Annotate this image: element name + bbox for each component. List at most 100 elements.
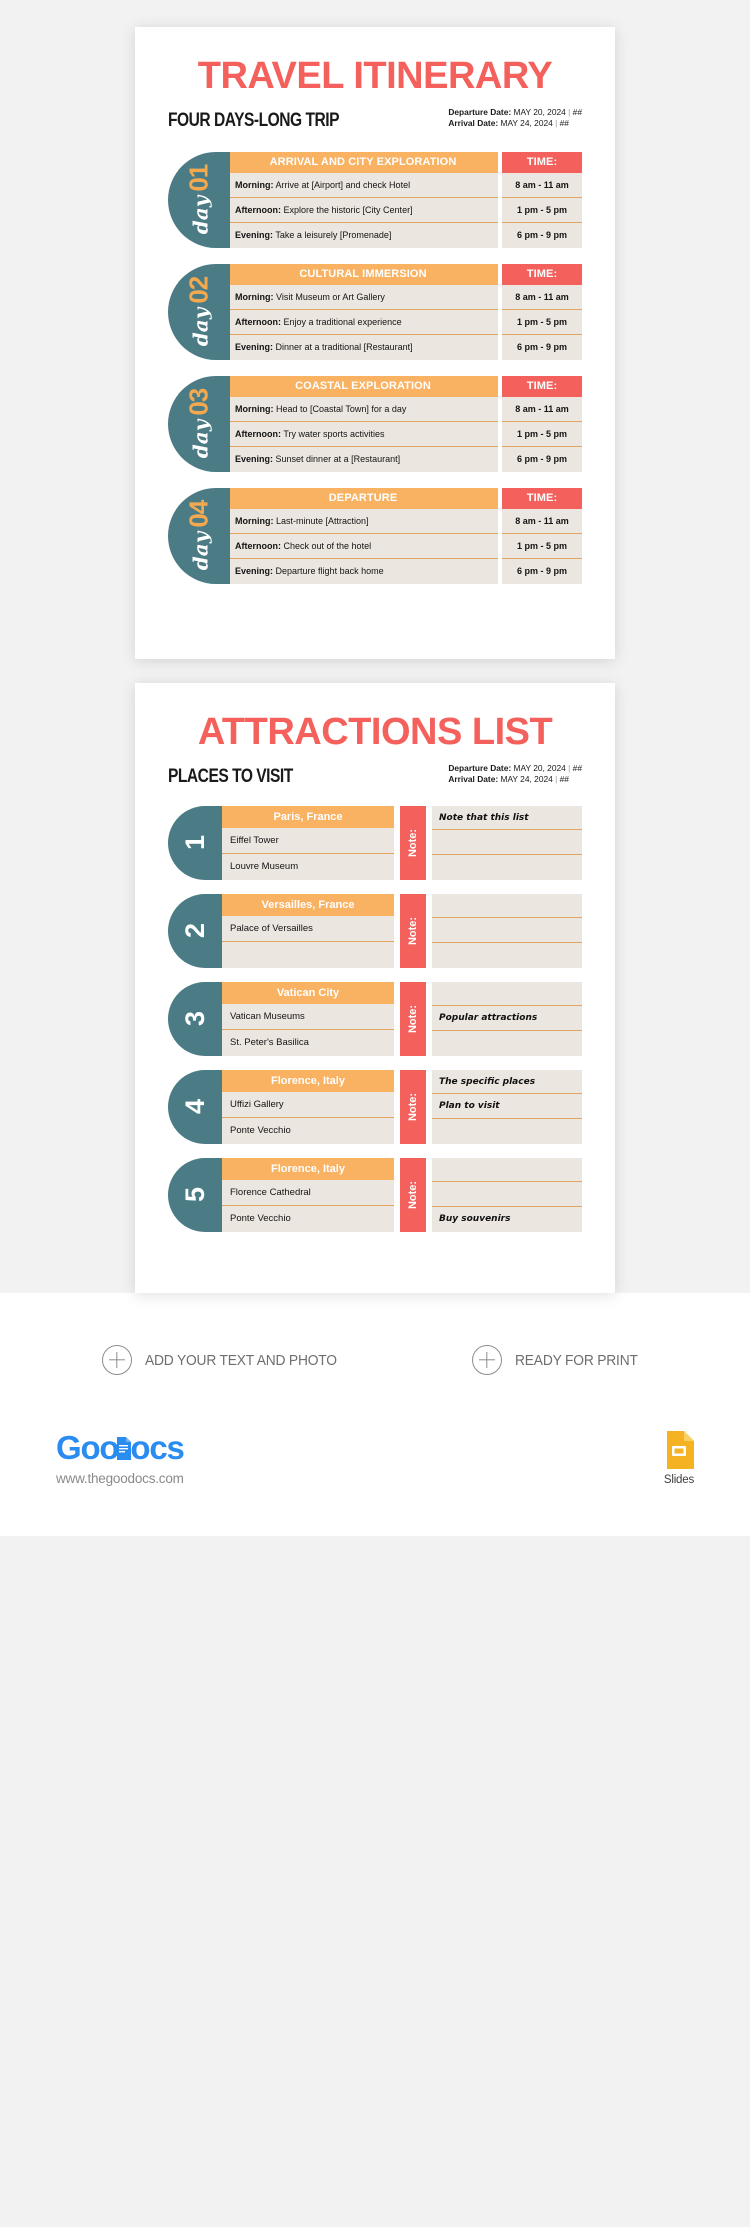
activity-cell[interactable]: Evening: Sunset dinner at a [Restaurant] (228, 446, 498, 472)
time-column: TIME: 8 am - 11 am 1 pm - 5 pm 6 pm - 9 pm (502, 151, 582, 248)
slides-block: Slides (664, 1431, 694, 1486)
attraction-item-cell[interactable] (222, 941, 394, 968)
attraction-row: 4 Florence, Italy Uffizi Gallery Ponte Vecc… (168, 1069, 582, 1144)
attractions-subheader: PLACES TO VISIT Departure Date: MAY 20, … (168, 763, 582, 792)
attraction-main: Florence, Italy Uffizi Gallery Ponte Vecch… (222, 1069, 582, 1144)
day-word: day (188, 531, 213, 571)
activity-column: COASTAL EXPLORATION Morning: Head to [Coa… (228, 375, 498, 472)
time-cell[interactable]: 8 am - 11 am (502, 172, 582, 198)
activity-cell[interactable]: Evening: Take a leisurely [Promenade] (228, 222, 498, 248)
note-line[interactable] (432, 982, 582, 1007)
activity-cell[interactable]: Afternoon: Try water sports activities (228, 421, 498, 447)
activity-cell[interactable]: Evening: Dinner at a traditional [Restau… (228, 334, 498, 360)
departure-date-line: Departure Date: MAY 20, 2024 | ## (448, 763, 582, 774)
day-block: day 04 DEPARTURE Morning: Last-minute [Attr… (168, 487, 582, 584)
activity-cell[interactable]: Afternoon: Enjoy a traditional experienc… (228, 309, 498, 335)
attraction-item-cell[interactable]: Ponte Vecchio (222, 1117, 394, 1144)
activity-cell[interactable]: Morning: Arrive at [Airport] and check H… (228, 172, 498, 198)
activity-cell[interactable]: Afternoon: Check out of the hotel (228, 533, 498, 559)
cta-row: ADD YOUR TEXT AND PHOTO READY FOR PRINT (0, 1327, 750, 1405)
add-text-and-photo-cta[interactable]: ADD YOUR TEXT AND PHOTO (102, 1345, 354, 1375)
arrival-date-extra: ## (559, 118, 569, 129)
time-cell[interactable]: 6 pm - 9 pm (502, 558, 582, 584)
page-subtitle: FOUR DAYS-LONG TRIP (168, 109, 339, 131)
time-cell[interactable]: 6 pm - 9 pm (502, 222, 582, 248)
ready-for-print-cta[interactable]: READY FOR PRINT (471, 1345, 648, 1375)
time-cell[interactable]: 1 pm - 5 pm (502, 533, 582, 559)
time-cell[interactable]: 8 am - 11 am (502, 508, 582, 534)
day-tab: day 04 (168, 487, 230, 584)
attraction-main: Florence, Italy Florence Cathedral Ponte V… (222, 1157, 582, 1232)
arrival-date-value: MAY 24, 2024 (500, 118, 553, 129)
note-line[interactable]: Popular attractions (432, 1006, 582, 1032)
note-line[interactable] (432, 1158, 582, 1183)
note-line[interactable] (432, 918, 582, 944)
attraction-item-cell[interactable]: Uffizi Gallery (222, 1091, 394, 1118)
activity-period-label: Afternoon: (235, 428, 281, 439)
activity-period-label: Evening: (235, 229, 274, 240)
time-cell[interactable]: 1 pm - 5 pm (502, 421, 582, 447)
note-line[interactable] (432, 943, 582, 968)
place-column: Paris, France Eiffel Tower Louvre Museum (222, 805, 394, 880)
activity-cell[interactable]: Morning: Visit Museum or Art Gallery (228, 284, 498, 310)
goodocs-logo[interactable]: Goo ocs (56, 1429, 185, 1466)
note-line[interactable]: Note that this list (432, 806, 582, 831)
footer: ADD YOUR TEXT AND PHOTO READY FOR PRINT … (0, 1293, 750, 1536)
activity-cell[interactable]: Morning: Head to [Coastal Town] for a da… (228, 396, 498, 422)
activity-cell[interactable]: Afternoon: Explore the historic [City Ce… (228, 197, 498, 223)
note-line[interactable]: Plan to visit (432, 1094, 582, 1120)
brand-url[interactable]: www.thegoodocs.com (56, 1471, 184, 1486)
time-column-header: TIME: (502, 263, 582, 285)
time-column: TIME: 8 am - 11 am 1 pm - 5 pm 6 pm - 9 pm (502, 263, 582, 360)
time-cell[interactable]: 8 am - 11 am (502, 396, 582, 422)
note-line[interactable]: The specific places (432, 1070, 582, 1095)
document-icon (115, 1436, 132, 1460)
arrival-date-line: Arrival Date: MAY 24, 2024 | ## (448, 118, 582, 129)
attraction-item-cell[interactable]: Eiffel Tower (222, 827, 394, 854)
activity-cell[interactable]: Evening: Departure flight back home (228, 558, 498, 584)
attraction-main: Paris, France Eiffel Tower Louvre Museum No… (222, 805, 582, 880)
note-line[interactable] (432, 830, 582, 856)
attraction-item-cell[interactable]: Vatican Museums (222, 1003, 394, 1030)
note-line[interactable] (432, 1119, 582, 1144)
time-cell[interactable]: 8 am - 11 am (502, 284, 582, 310)
days-container: day 01 ARRIVAL AND CITY EXPLORATION Morning… (168, 151, 582, 584)
departure-date-line: Departure Date: MAY 20, 2024 | ## (448, 107, 582, 118)
day-tab-inner: day 03 (184, 389, 215, 459)
plus-circle-icon (471, 1345, 502, 1375)
day-word: day (188, 195, 213, 235)
departure-date-extra: ## (572, 763, 582, 773)
note-label: Note: (407, 828, 420, 857)
note-line[interactable] (432, 894, 582, 919)
time-cell[interactable]: 6 pm - 9 pm (502, 334, 582, 360)
attraction-number-tab: 1 (168, 805, 224, 880)
attraction-number: 3 (180, 1011, 211, 1027)
activity-cell[interactable]: Morning: Last-minute [Attraction] (228, 508, 498, 534)
attraction-item-cell[interactable]: Louvre Museum (222, 853, 394, 880)
note-tab: Note: (400, 805, 426, 880)
attraction-number: 2 (180, 923, 211, 939)
attraction-main: Vatican City Vatican Museums St. Peter's B… (222, 981, 582, 1056)
note-line[interactable] (432, 1031, 582, 1056)
attraction-number: 5 (180, 1187, 211, 1203)
day-number: 03 (183, 388, 214, 416)
activity-text: Arrive at [Airport] and check Hotel (275, 179, 411, 190)
note-column: Popular attractions (432, 981, 582, 1056)
arrival-date-extra: ## (559, 774, 569, 785)
brand-goo-text: Goo (56, 1429, 120, 1466)
attraction-item-cell[interactable]: St. Peter's Basilica (222, 1029, 394, 1056)
attraction-item-cell[interactable]: Ponte Vecchio (222, 1205, 394, 1232)
note-line[interactable] (432, 1182, 582, 1208)
time-cell[interactable]: 1 pm - 5 pm (502, 197, 582, 223)
attraction-item-cell[interactable]: Palace of Versailles (222, 915, 394, 942)
place-name-header: Florence, Italy (222, 1069, 394, 1092)
departure-date-label: Departure Date: (448, 763, 512, 773)
note-line[interactable]: Buy souvenirs (432, 1207, 582, 1232)
note-line[interactable] (432, 855, 582, 880)
time-cell[interactable]: 6 pm - 9 pm (502, 446, 582, 472)
note-label: Note: (407, 1180, 420, 1209)
attraction-item-cell[interactable]: Florence Cathedral (222, 1179, 394, 1206)
day-heading: CULTURAL IMMERSION (228, 263, 498, 285)
time-cell[interactable]: 1 pm - 5 pm (502, 309, 582, 335)
attraction-number-tab: 4 (168, 1069, 224, 1144)
